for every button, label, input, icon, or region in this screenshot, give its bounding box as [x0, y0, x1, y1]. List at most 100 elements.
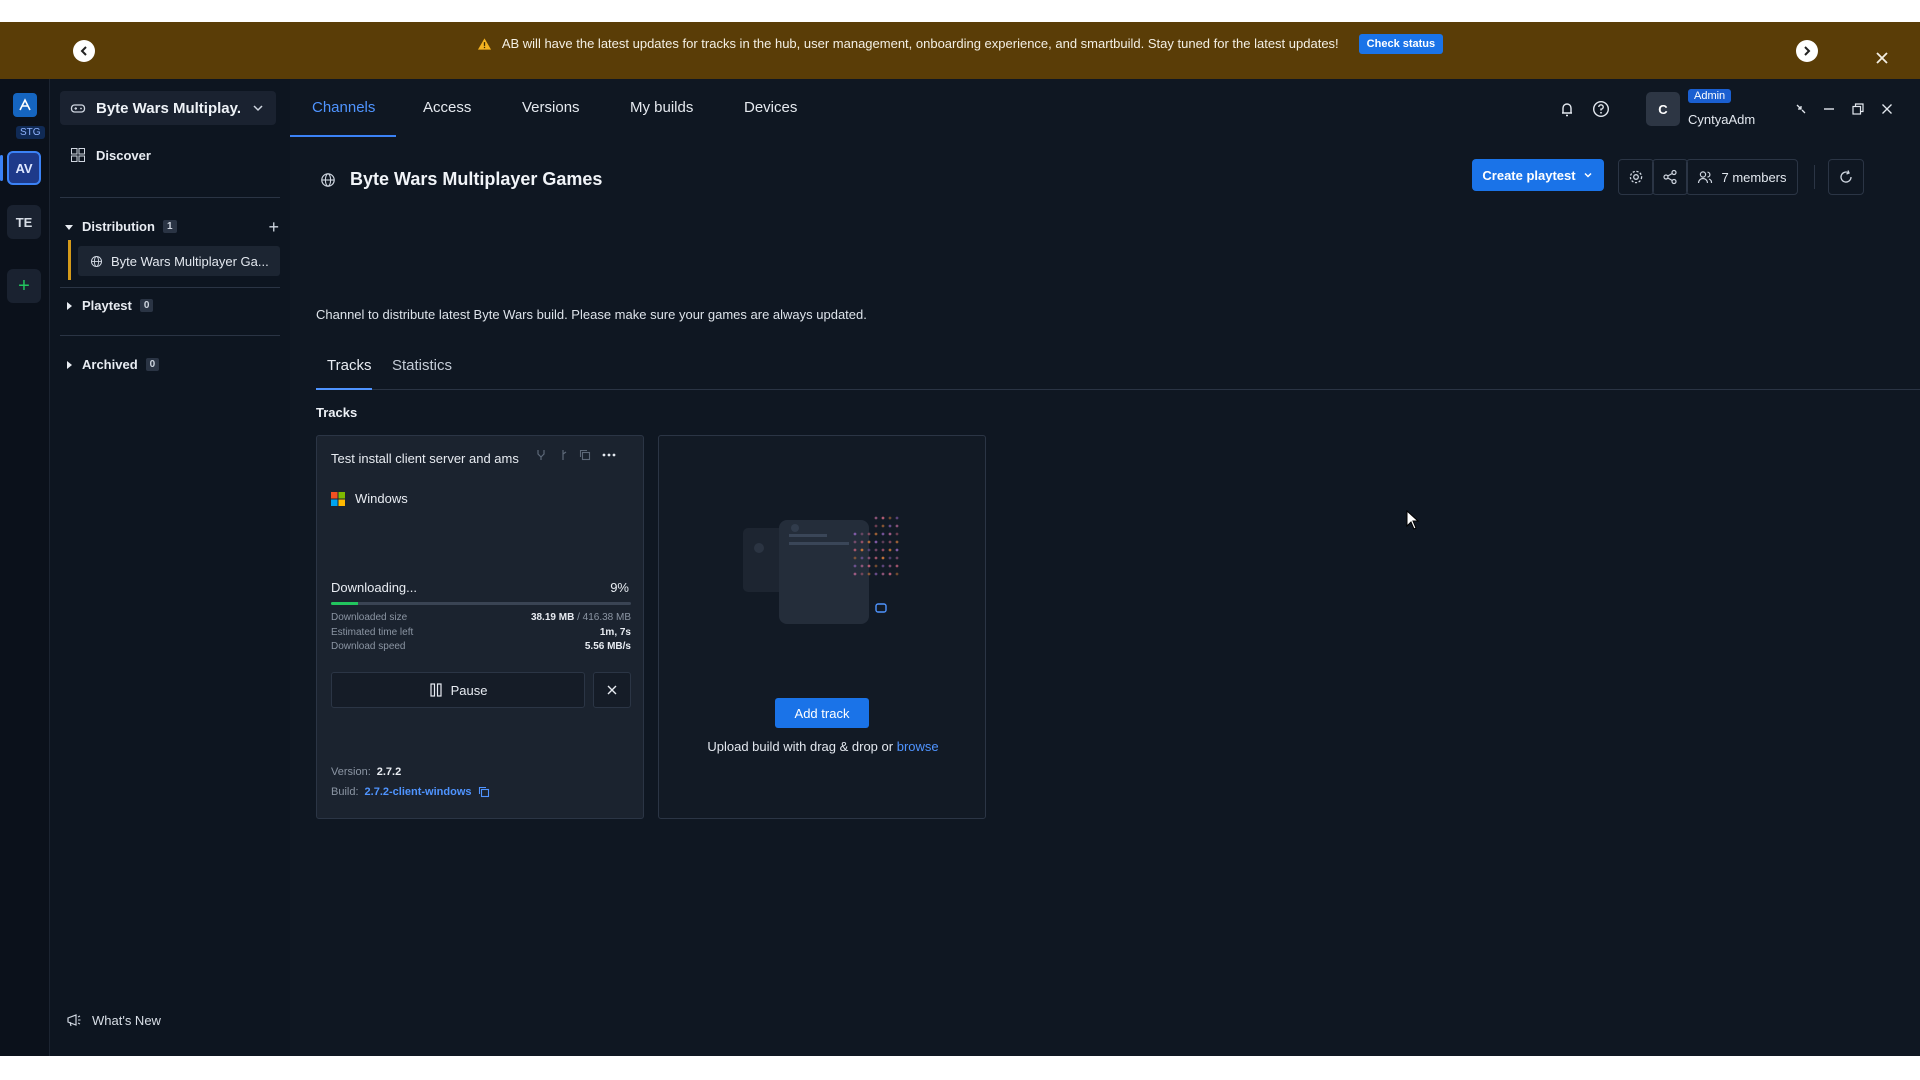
stat-downloaded: Downloaded size 38.19 MB / 416.38 MB	[331, 612, 631, 623]
project-selector[interactable]: Byte Wars Multiplay...	[60, 91, 276, 125]
windows-icon	[331, 491, 345, 506]
illustration-dot	[881, 540, 885, 544]
pause-button[interactable]: Pause	[331, 672, 585, 708]
channel-label: Byte Wars Multiplayer Ga...	[111, 253, 269, 269]
close-window-icon[interactable]	[1880, 102, 1894, 116]
gamepad-icon	[70, 104, 86, 113]
members-button[interactable]: 7 members	[1686, 159, 1798, 195]
refresh-button[interactable]	[1828, 159, 1864, 195]
create-playtest-label: Create playtest	[1482, 167, 1576, 183]
tab-devices[interactable]: Devices	[744, 99, 797, 116]
group-label: Archived	[82, 357, 138, 372]
illustration-dot	[895, 524, 899, 528]
stat-speed: Download speed 5.56 MB/s	[331, 641, 631, 652]
avatar[interactable]: C	[1646, 92, 1680, 126]
group-count: 0	[145, 358, 160, 371]
browse-link[interactable]: browse	[897, 739, 939, 754]
track-card: Test install client server and ams Windo…	[316, 435, 644, 819]
cancel-download-button[interactable]	[593, 672, 631, 708]
stat-value: 38.19 MB	[530, 612, 575, 623]
group-archived[interactable]: Archived 0	[64, 357, 279, 372]
merge-icon[interactable]	[535, 449, 547, 461]
check-status-button[interactable]: Check status	[1358, 33, 1444, 54]
workspace-av[interactable]: AV	[7, 151, 41, 185]
whats-new-link[interactable]: What's New	[66, 1012, 161, 1028]
banner-next-button[interactable]	[1796, 40, 1818, 62]
platform-label: Windows	[355, 491, 408, 506]
illustration-dot	[860, 540, 864, 544]
minimize-icon[interactable]	[1822, 102, 1836, 116]
add-track-dropzone[interactable]: Add track Upload build with drag & drop …	[658, 435, 986, 819]
illustration-dot	[874, 524, 878, 528]
bell-icon[interactable]	[1558, 100, 1576, 118]
build-link[interactable]: 2.7.2-client-windows	[365, 786, 472, 798]
copy-icon[interactable]	[579, 449, 591, 461]
add-channel-button[interactable]: +	[268, 217, 279, 238]
download-percent: 9%	[610, 580, 629, 595]
illustration-dot	[867, 564, 871, 568]
settings-button[interactable]	[1618, 159, 1654, 195]
restore-icon[interactable]	[1851, 102, 1865, 116]
illustration-dot	[860, 548, 864, 552]
collapse-icon[interactable]	[1794, 102, 1808, 116]
whats-new-label: What's New	[92, 1012, 161, 1028]
caret-down-icon	[65, 224, 73, 230]
close-icon[interactable]	[1874, 50, 1890, 66]
active-tab-underline	[290, 135, 396, 137]
username[interactable]: CyntyaAdm	[1688, 112, 1755, 127]
users-icon	[1698, 171, 1713, 184]
illustration-dot	[860, 532, 864, 536]
sidebar: Byte Wars Multiplay... Discover Distribu…	[50, 79, 290, 1056]
top-margin	[0, 0, 1920, 22]
version-label: Version:	[331, 766, 371, 778]
upload-hint-text: Upload build with drag & drop or	[707, 739, 894, 754]
tab-my-builds[interactable]: My builds	[630, 99, 693, 116]
track-title: Test install client server and ams	[331, 451, 519, 466]
share-button[interactable]	[1652, 159, 1688, 195]
megaphone-icon	[67, 1014, 81, 1027]
tab-versions[interactable]: Versions	[522, 99, 580, 116]
globe-icon	[321, 172, 335, 187]
tab-statistics[interactable]: Statistics	[392, 357, 452, 374]
version-info: Version: 2.7.2	[331, 766, 401, 778]
illustration-dot	[874, 564, 878, 568]
app-logo-icon[interactable]	[13, 93, 37, 117]
sidebar-item-channel[interactable]: Byte Wars Multiplayer Ga...	[78, 246, 280, 276]
illustration-dot	[853, 540, 857, 544]
copy-icon[interactable]	[478, 786, 490, 798]
illustration-dot	[860, 556, 864, 560]
add-track-button[interactable]: Add track	[775, 698, 869, 728]
page-header: Byte Wars Multiplayer Games	[320, 169, 602, 190]
branch-icon[interactable]	[557, 449, 569, 461]
chevron-left-icon	[80, 46, 87, 56]
tab-channels[interactable]: Channels	[312, 99, 375, 116]
group-distribution[interactable]: Distribution 1 +	[64, 217, 279, 237]
tab-access[interactable]: Access	[423, 99, 471, 116]
group-count: 1	[162, 220, 177, 233]
illustration-dot	[881, 516, 885, 520]
workspace-te[interactable]: TE	[7, 205, 41, 239]
help-icon[interactable]	[1592, 100, 1610, 118]
discover-link[interactable]: Discover	[70, 147, 151, 163]
add-workspace-button[interactable]: +	[7, 269, 41, 303]
app-window: AB will have the latest updates for trac…	[0, 0, 1920, 1080]
illustration-dot	[881, 524, 885, 528]
more-icon[interactable]	[601, 449, 617, 461]
page-title: Byte Wars Multiplayer Games	[350, 169, 603, 189]
progress-fill	[331, 602, 358, 605]
group-label: Playtest	[82, 298, 132, 313]
illustration-dot	[881, 556, 885, 560]
illustration-dot	[881, 572, 885, 576]
share-icon	[1663, 169, 1677, 185]
illustration-dot	[895, 548, 899, 552]
illustration-dot	[853, 532, 857, 536]
illustration-dot	[853, 548, 857, 552]
group-playtest[interactable]: Playtest 0	[64, 298, 279, 313]
tab-tracks[interactable]: Tracks	[327, 357, 371, 374]
main-content: Byte Wars Multiplayer Games Create playt…	[290, 139, 1920, 1056]
banner-prev-button[interactable]	[73, 40, 95, 62]
create-playtest-button[interactable]: Create playtest	[1472, 159, 1604, 191]
bottom-margin	[0, 1056, 1920, 1080]
active-tab-underline	[316, 388, 372, 390]
illustration-dot	[860, 572, 864, 576]
